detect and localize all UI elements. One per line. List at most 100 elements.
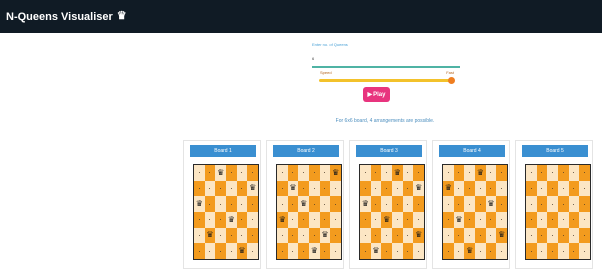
empty-cell-dot [541, 234, 543, 236]
empty-cell-dot [292, 172, 294, 174]
play-icon: ▶ [367, 92, 373, 98]
board-cell [370, 227, 382, 244]
board-cell [381, 165, 392, 181]
board-cell [413, 243, 424, 259]
empty-cell-dot [364, 187, 366, 189]
board-title: Board 3 [356, 145, 422, 157]
empty-cell-dot [335, 234, 337, 236]
queens-input-underline [312, 66, 460, 68]
empty-cell-dot [490, 172, 492, 174]
board-cell [453, 180, 465, 197]
empty-cell-dot [501, 187, 503, 189]
board-cell [204, 243, 216, 259]
board-cell [226, 243, 237, 259]
board-cell [287, 243, 299, 259]
empty-cell-dot [530, 234, 532, 236]
queen-icon: ♛ [278, 214, 286, 224]
empty-cell-dot [292, 203, 294, 205]
arrangements-info: For 6x6 board, 4 arrangements are possib… [335, 118, 435, 124]
board-cell [215, 196, 226, 212]
queen-icon: ♛ [249, 183, 257, 193]
board-cell [287, 212, 299, 228]
empty-cell-dot [458, 187, 460, 189]
empty-cell-dot [530, 187, 532, 189]
empty-cell-dot [386, 203, 388, 205]
board-cell [370, 165, 382, 181]
empty-cell-dot [252, 250, 254, 252]
board-cell [568, 165, 580, 181]
empty-cell-dot [530, 250, 532, 252]
board-cell: ♛ [204, 227, 216, 244]
speed-slider[interactable] [312, 77, 460, 84]
board-cell [443, 243, 454, 259]
board-cell [226, 196, 237, 212]
empty-cell-dot [479, 234, 481, 236]
queen-icon: ♛ [227, 214, 235, 224]
board-cell [547, 227, 558, 244]
play-button-label: Play [373, 91, 386, 98]
board-cell: ♛ [413, 180, 424, 197]
board-cell [536, 165, 548, 181]
board-cell [319, 212, 331, 228]
empty-cell-dot [364, 234, 366, 236]
empty-cell-dot [458, 234, 460, 236]
board-cell [298, 227, 309, 244]
board-cell [475, 180, 486, 197]
queen-icon: ♛ [415, 230, 423, 240]
board-cell [330, 212, 341, 228]
queen-icon: ♛ [217, 167, 225, 177]
board-cell: ♛ [443, 180, 454, 197]
empty-cell-dot [375, 219, 377, 221]
empty-cell-dot [407, 187, 409, 189]
empty-cell-dot [209, 250, 211, 252]
empty-cell-dot [292, 250, 294, 252]
queen-icon: ♛ [332, 167, 340, 177]
empty-cell-dot [479, 187, 481, 189]
empty-cell-dot [396, 203, 398, 205]
empty-cell-dot [469, 219, 471, 221]
board-cell [526, 196, 537, 212]
board-cell [453, 196, 465, 212]
board-cell [370, 212, 382, 228]
empty-cell-dot [407, 219, 409, 221]
empty-cell-dot [469, 172, 471, 174]
board-cell [568, 196, 580, 212]
empty-cell-dot [584, 187, 586, 189]
board-cell [496, 165, 507, 181]
board-cell: ♛ [496, 227, 507, 244]
board-cell [485, 243, 497, 259]
empty-cell-dot [303, 187, 305, 189]
app-brand[interactable]: N-Queens Visualiser ♛ [6, 11, 127, 23]
board-cell [194, 227, 205, 244]
board-cell [319, 180, 331, 197]
queens-count-input[interactable] [312, 56, 460, 61]
boards-container: Board 1 ♛ ♛ ♛ ♛ ♛ ♛ Board 2 ♛ ♛ ♛ ♛ ♛ ♛ Board 3 ♛ ♛ ♛ ♛ ♛ ♛ B… [178, 140, 602, 269]
board-cell: ♛ [319, 227, 331, 244]
board-card: Board 4 ♛ ♛ ♛ ♛ ♛ ♛ [432, 140, 510, 269]
empty-cell-dot [584, 172, 586, 174]
board-cell [319, 165, 331, 181]
empty-cell-dot [447, 250, 449, 252]
board-cell [392, 180, 403, 197]
empty-cell-dot [281, 250, 283, 252]
board-cell [526, 165, 537, 181]
speed-slider-thumb[interactable] [448, 77, 455, 84]
top-navbar: N-Queens Visualiser ♛ [0, 0, 602, 33]
empty-cell-dot [447, 234, 449, 236]
empty-cell-dot [501, 172, 503, 174]
queen-icon: ♛ [321, 230, 329, 240]
queen-icon: ♛ [487, 199, 495, 209]
board-cell [443, 212, 454, 228]
board-cell [309, 165, 320, 181]
board-cell: ♛ [298, 196, 309, 212]
board-cell [464, 180, 475, 197]
empty-cell-dot [458, 203, 460, 205]
empty-cell-dot [292, 219, 294, 221]
board-cell [526, 243, 537, 259]
empty-cell-dot [584, 234, 586, 236]
play-button[interactable]: ▶ Play [363, 87, 390, 102]
speed-max-label: Fast [446, 70, 454, 75]
board-cell [558, 196, 569, 212]
empty-cell-dot [418, 219, 420, 221]
empty-cell-dot [198, 250, 200, 252]
